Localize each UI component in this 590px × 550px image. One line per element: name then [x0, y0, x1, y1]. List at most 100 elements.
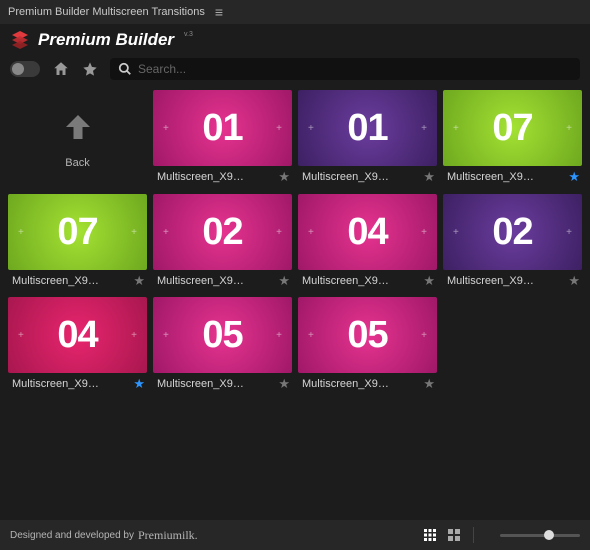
marker-icon: +: [453, 227, 459, 238]
preset-item[interactable]: +05+Multiscreen_X9…★: [153, 297, 292, 394]
preset-label-row: Multiscreen_X9…★: [8, 373, 147, 394]
preset-label-row: Multiscreen_X9…★: [153, 166, 292, 187]
preset-label-row: Multiscreen_X9…★: [298, 373, 437, 394]
preset-number: 02: [492, 211, 532, 254]
back-button[interactable]: Back: [8, 90, 147, 188]
preset-item[interactable]: +04+Multiscreen_X9…★: [298, 194, 437, 291]
large-grid-view-icon[interactable]: [447, 528, 461, 542]
preset-item[interactable]: +07 + Multiscreen_X9…★: [8, 194, 147, 291]
arrow-up-icon: [60, 109, 96, 145]
preset-label: Multiscreen_X9…: [447, 275, 565, 287]
zoom-slider[interactable]: [500, 534, 580, 537]
marker-icon: +: [18, 330, 24, 341]
marker-icon: +: [18, 227, 24, 238]
preset-thumbnail[interactable]: +01+: [298, 90, 437, 166]
preset-item[interactable]: +01+Multiscreen_X9…★: [298, 90, 437, 188]
preset-number: 04: [57, 314, 97, 357]
favorite-star-icon[interactable]: ★: [423, 273, 435, 289]
favorite-star-icon[interactable]: ★: [278, 376, 290, 392]
preset-thumbnail[interactable]: +01 +: [153, 90, 292, 166]
preset-label: Multiscreen_X9…: [157, 275, 275, 287]
preset-thumbnail[interactable]: +02 +: [443, 194, 582, 270]
search-box[interactable]: [110, 58, 580, 80]
marker-icon: +: [421, 123, 427, 134]
preset-label-row: Multiscreen_X9…★: [153, 373, 292, 394]
brand-version: v.3: [184, 31, 193, 38]
home-icon[interactable]: [52, 60, 70, 78]
favorite-star-icon[interactable]: ★: [133, 376, 145, 392]
credit-name: Premiumilk.: [138, 528, 198, 543]
preset-number: 05: [202, 314, 242, 357]
preset-number: 05: [347, 314, 387, 357]
search-input[interactable]: [138, 62, 572, 76]
marker-icon: +: [566, 123, 572, 134]
preset-item[interactable]: +02 + Multiscreen_X9…★: [443, 194, 582, 291]
preset-thumbnail[interactable]: +04 +: [8, 297, 147, 373]
footer-divider: [473, 527, 474, 543]
window-title: Premium Builder Multiscreen Transitions: [8, 6, 205, 18]
favorite-star-icon[interactable]: ★: [278, 273, 290, 289]
panel-menu-icon[interactable]: ≡: [215, 4, 223, 20]
search-icon: [118, 62, 132, 76]
favorite-star-icon[interactable]: ★: [133, 273, 145, 289]
marker-icon: +: [131, 227, 137, 238]
marker-icon: +: [163, 123, 169, 134]
preset-item[interactable]: +01 + Multiscreen_X9…★: [153, 90, 292, 188]
favorite-star-icon[interactable]: ★: [568, 169, 580, 185]
favorite-star-icon[interactable]: ★: [423, 376, 435, 392]
preset-number: 07: [492, 107, 532, 150]
preset-label: Multiscreen_X9…: [12, 378, 130, 390]
preset-label: Multiscreen_X9…: [302, 275, 420, 287]
credit-prefix: Designed and developed by: [10, 530, 134, 541]
preset-item[interactable]: +07 + Multiscreen_X9…★: [443, 90, 582, 188]
preset-item[interactable]: +02 + Multiscreen_X9…★: [153, 194, 292, 291]
marker-icon: +: [308, 330, 314, 341]
preset-label-row: Multiscreen_X9…★: [443, 270, 582, 291]
brand-bar: Premium Builder v.3: [0, 24, 590, 52]
marker-icon: +: [163, 227, 169, 238]
preset-item[interactable]: +05 + Multiscreen_X9…★: [298, 297, 437, 394]
marker-icon: +: [276, 227, 282, 238]
preset-label: Multiscreen_X9…: [157, 171, 275, 183]
preset-number: 01: [347, 107, 387, 150]
preset-label-row: Multiscreen_X9…★: [153, 270, 292, 291]
preset-label: Multiscreen_X9…: [447, 171, 565, 183]
preset-thumbnail[interactable]: +07 +: [443, 90, 582, 166]
marker-icon: +: [308, 227, 314, 238]
preset-thumbnail[interactable]: +02 +: [153, 194, 292, 270]
marker-icon: +: [421, 330, 427, 341]
preset-number: 07: [57, 211, 97, 254]
preset-label-row: Multiscreen_X9…★: [443, 166, 582, 187]
window-titlebar: Premium Builder Multiscreen Transitions …: [0, 0, 590, 24]
favorite-star-icon[interactable]: ★: [568, 273, 580, 289]
favorites-icon[interactable]: [82, 61, 98, 77]
preset-label: Multiscreen_X9…: [12, 275, 130, 287]
dark-mode-toggle[interactable]: [10, 61, 40, 77]
marker-icon: +: [131, 330, 137, 341]
preset-thumbnail[interactable]: +07 +: [8, 194, 147, 270]
preset-label-row: Multiscreen_X9…★: [298, 270, 437, 291]
preset-grid: Back +01+Multiscreen_X9…★+01+Multiscreen…: [8, 90, 582, 394]
preset-label: Multiscreen_X9…: [302, 378, 420, 390]
brand-title: Premium Builder: [38, 30, 174, 50]
preset-number: 02: [202, 211, 242, 254]
marker-icon: +: [421, 227, 427, 238]
preset-label: Multiscreen_X9…: [302, 171, 420, 183]
preset-thumbnail[interactable]: +05+: [153, 297, 292, 373]
preset-item[interactable]: +04 + Multiscreen_X9…★: [8, 297, 147, 394]
preset-thumbnail[interactable]: +05 +: [298, 297, 437, 373]
preset-label: Multiscreen_X9…: [157, 378, 275, 390]
marker-icon: +: [453, 123, 459, 134]
footer: Designed and developed by Premiumilk.: [0, 520, 590, 550]
preset-label-row: Multiscreen_X9…★: [298, 166, 437, 187]
preset-number: 01: [202, 107, 242, 150]
favorite-star-icon[interactable]: ★: [278, 169, 290, 185]
grid-view-icon[interactable]: [423, 528, 437, 542]
marker-icon: +: [276, 330, 282, 341]
app-logo-icon: [10, 30, 30, 50]
marker-icon: +: [566, 227, 572, 238]
favorite-star-icon[interactable]: ★: [423, 169, 435, 185]
preset-thumbnail[interactable]: +04+: [298, 194, 437, 270]
marker-icon: +: [276, 123, 282, 134]
back-label: Back: [65, 157, 89, 169]
